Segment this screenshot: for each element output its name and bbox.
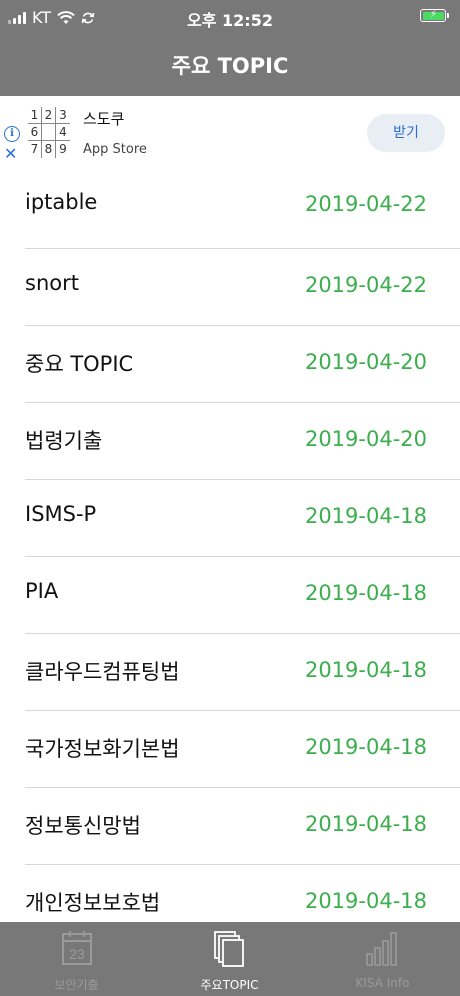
topic-date: 2019-04-20 [304, 427, 427, 451]
topic-row[interactable]: ISMS-P 2019-04-18 [0, 480, 460, 557]
topic-date: 2019-04-20 [304, 350, 427, 374]
tab-label-kisa-info: KISA Info [355, 976, 410, 990]
topic-name: 정보통신망법 [25, 814, 141, 838]
tab-security-exam[interactable]: 23 보안기출 [0, 922, 153, 996]
sudoku-cell: 3 [56, 107, 70, 124]
topic-row[interactable]: 법령기출 2019-04-20 [0, 403, 460, 480]
topic-name: 국가정보화기본법 [25, 737, 180, 761]
sudoku-cell: 9 [59, 142, 67, 156]
topic-row[interactable]: snort 2019-04-22 [0, 249, 460, 326]
topic-name: iptable [25, 190, 98, 214]
page-title: 주요 TOPIC [171, 54, 289, 78]
sudoku-cell: 1 [28, 107, 42, 124]
topic-name: 개인정보보호법 [25, 891, 161, 915]
topic-date: 2019-04-22 [304, 273, 427, 297]
ad-app-name[interactable]: 스도쿠 [83, 108, 124, 129]
tab-bar: 23 보안기출 주요TOPIC KISA Info [0, 922, 460, 996]
topic-row[interactable]: 클라우드컴퓨팅법 2019-04-18 [0, 634, 460, 711]
ad-banner[interactable]: i ✕ 12364789 스도쿠 App Store 받기 [0, 96, 460, 172]
tab-label-main-topic: 주요TOPIC [200, 978, 259, 992]
documents-icon [213, 931, 244, 967]
topic-date: 2019-04-18 [304, 812, 427, 836]
topic-date: 2019-04-18 [304, 504, 427, 528]
tab-kisa-info[interactable]: KISA Info [306, 922, 459, 996]
topic-row[interactable]: 국가정보화기본법 2019-04-18 [0, 711, 460, 788]
topic-date: 2019-04-18 [304, 581, 427, 605]
sudoku-cell: 7 [28, 141, 42, 158]
ad-info-icon[interactable]: i [4, 126, 20, 142]
sudoku-cell: 6 [28, 124, 42, 141]
topic-name: ISMS-P [25, 502, 97, 526]
topic-date: 2019-04-18 [304, 889, 427, 913]
topic-date: 2019-04-18 [304, 658, 427, 682]
tab-label-security-exam: 보안기출 [54, 978, 99, 992]
sudoku-app-icon[interactable]: 12364789 [28, 107, 70, 159]
ad-get-button[interactable]: 받기 [367, 114, 445, 152]
topic-name: PIA [25, 579, 59, 603]
sudoku-cell: 8 [42, 141, 56, 158]
navigation-bar: 주요 TOPIC [0, 36, 460, 96]
topic-date: 2019-04-22 [304, 192, 427, 216]
topic-list: iptable 2019-04-22 snort 2019-04-22 중요 TOPIC… [0, 172, 460, 942]
calendar-day: 23 [69, 946, 85, 962]
topic-name: snort [25, 271, 79, 295]
topic-name: 법령기출 [25, 429, 103, 453]
calendar-icon: 23 [61, 931, 92, 965]
bar-chart-icon [365, 932, 397, 966]
topic-row[interactable]: PIA 2019-04-18 [0, 557, 460, 634]
topic-name: 중요 TOPIC [25, 352, 134, 376]
ad-store-label: App Store [83, 142, 147, 157]
topic-date: 2019-04-18 [304, 735, 427, 759]
status-bar: KT 오후 12:52 ⚡ [0, 0, 460, 36]
topic-row[interactable]: 중요 TOPIC 2019-04-20 [0, 326, 460, 403]
sudoku-cell [42, 124, 56, 141]
battery-icon: ⚡ [420, 9, 449, 22]
tab-main-topic[interactable]: 주요TOPIC [153, 922, 306, 996]
status-time: 오후 12:52 [187, 11, 273, 30]
topic-row[interactable]: 정보통신망법 2019-04-18 [0, 788, 460, 865]
sudoku-cell: 4 [56, 124, 70, 141]
topic-name: 클라우드컴퓨팅법 [25, 660, 180, 684]
sudoku-cell: 2 [42, 107, 56, 124]
topic-row[interactable]: iptable 2019-04-22 [0, 172, 460, 249]
ad-close-icon[interactable]: ✕ [4, 146, 17, 162]
